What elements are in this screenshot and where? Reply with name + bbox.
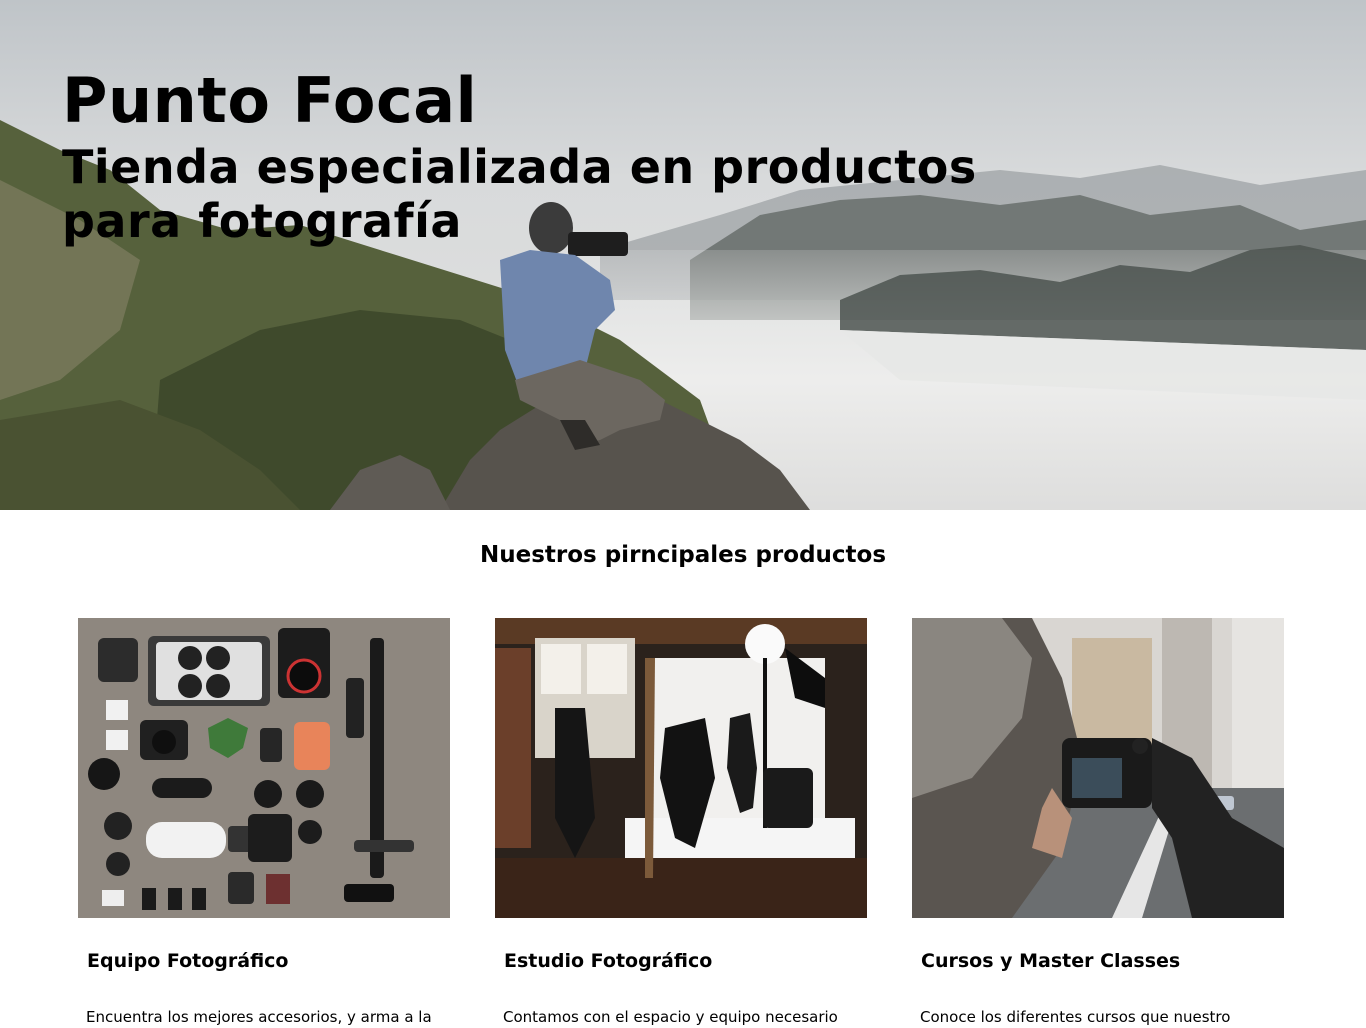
product-title: Cursos y Master Classes [921, 950, 1181, 972]
product-card-cursos[interactable]: Cursos y Master Classes Conoce los difer… [912, 618, 1284, 1028]
product-description: Encuentra los mejores accesorios, y arma… [86, 1008, 432, 1026]
product-card-equipo[interactable]: Equipo Fotográfico Encuentra los mejores… [78, 618, 450, 1028]
hero-title: Punto Focal [62, 64, 478, 137]
hero-banner: Punto Focal Tienda especializada en prod… [0, 0, 1366, 510]
hero-subtitle: Tienda especializada en productos para f… [62, 140, 977, 248]
products-grid: Equipo Fotográfico Encuentra los mejores… [78, 618, 1284, 1028]
street-photographer-image [912, 618, 1284, 918]
hero-text: Punto Focal Tienda especializada en prod… [62, 64, 1102, 248]
product-description: Contamos con el espacio y equipo necesar… [503, 1008, 838, 1026]
product-title: Equipo Fotográfico [87, 950, 289, 972]
product-description: Conoce los diferentes cursos que nuestro [920, 1008, 1231, 1026]
product-title: Estudio Fotográfico [504, 950, 713, 972]
camera-gear-flatlay-image [78, 618, 450, 918]
product-card-estudio[interactable]: Estudio Fotográfico Contamos con el espa… [495, 618, 867, 1028]
photo-studio-image [495, 618, 867, 918]
products-section-title: Nuestros pirncipales productos [479, 542, 887, 568]
